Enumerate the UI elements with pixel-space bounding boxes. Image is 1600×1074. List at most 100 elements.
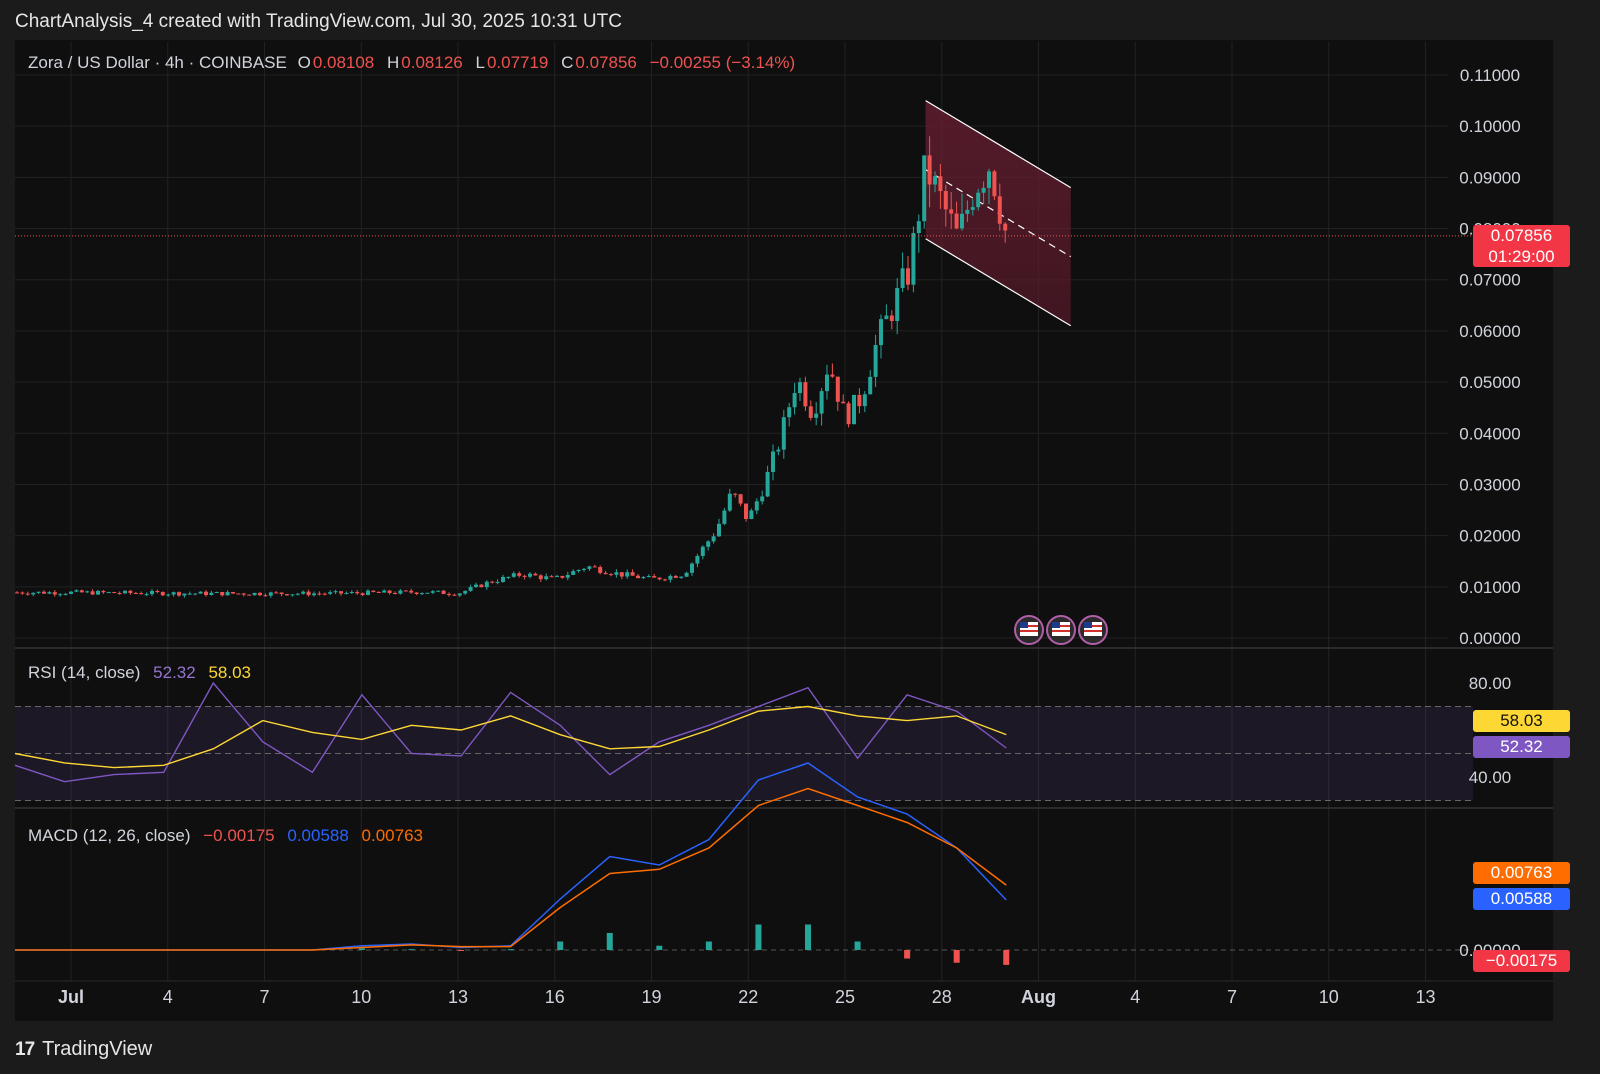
time-tick-label: 13 [1415,987,1435,1007]
pane-separators [15,647,1553,982]
price-tick-label: 0.01000 [1459,578,1520,597]
candle-body [171,592,176,595]
rsi-band-fill [15,706,1473,801]
candle-body [911,233,916,285]
candle-body [852,394,856,425]
time-tick-label: 10 [351,987,371,1007]
candle-body [738,494,743,504]
candle-body [598,567,603,573]
candle-body [906,268,910,285]
candle-body [771,451,775,472]
time-tick-label: 7 [259,987,269,1007]
candle-body [776,449,781,452]
open-value: 0.08108 [312,53,375,72]
price-tick-label: 0.05000 [1459,373,1520,392]
candle-body [123,590,127,594]
macd-hist-bar [656,945,663,950]
macd-hist-bar [458,950,465,951]
bar-countdown: 01:29:00 [1488,247,1555,266]
last-price-value: 0.07856 [1490,226,1553,245]
candle-body [587,566,592,569]
rsi-tick-label: 80.00 [1469,674,1512,693]
candle-body [976,192,981,208]
candle-body [636,575,640,579]
candle-body [285,594,289,596]
candle-body [808,406,813,418]
candle-body [333,591,338,593]
macd-tag: 0.00588 [1473,888,1570,910]
candle-body [312,593,316,596]
candle-body [960,213,964,229]
candle-body [981,187,986,193]
candle-body [52,592,57,595]
candle-body [835,376,840,402]
macd-value: 0.00588 [287,826,349,845]
candle-body [306,591,311,596]
candle-body [420,593,424,595]
macd-hist-bar [507,949,514,951]
candle-body [954,213,959,229]
price-tick-label: 0.03000 [1459,475,1520,494]
candles [15,136,1008,598]
candle-body [279,592,284,595]
candle-body [47,592,52,594]
candle-body [150,590,154,595]
candle-body [236,593,241,595]
candle-body [711,536,716,542]
time-tick-label: 4 [163,987,173,1007]
candle-body [355,591,360,594]
candle-body [441,590,446,595]
candle-body [868,376,873,395]
candle-body [160,592,165,596]
candle-body [560,575,565,578]
candle-body [641,577,646,579]
candle-body [403,590,408,592]
candle-body [900,268,905,288]
time-tick-label: 16 [545,987,565,1007]
rsi-tag: 52.32 [1473,736,1570,758]
candle-body [679,576,684,578]
candle-body [112,592,117,594]
candle-body [684,572,689,577]
candle-body [447,594,451,596]
chart-canvas[interactable]: 0.110000.100000.090000.080000.070000.060… [0,0,1600,1074]
candle-body [582,568,586,570]
time-tick-label: 4 [1130,987,1140,1007]
candle-body [247,594,252,596]
candle-body [117,593,122,595]
time-tick-label: 10 [1319,987,1339,1007]
time-axis: Jul 4 7 10 13 16 19 22 25 28 Aug 4 7 10 13 [58,987,1436,1007]
close-value: 0.07856 [575,53,637,72]
candle-body [943,191,948,210]
candle-body [619,572,624,577]
candle-body [544,576,549,580]
candle-body [166,594,171,596]
macd-hist-bar [358,948,365,950]
candle-body [225,591,230,596]
candle-body [565,574,570,578]
candle-body [803,382,808,407]
candle-body [101,590,106,593]
candle-body [139,593,144,595]
candle-body [495,581,500,583]
time-tick-label: 13 [448,987,468,1007]
price-tick-label: 0.04000 [1459,424,1520,443]
candle-body [668,575,673,580]
candle-body [96,590,100,595]
candle-body [1003,223,1008,231]
candle-body [252,592,257,596]
candle-body [474,584,478,587]
candle-body [268,592,273,596]
candle-body [258,592,262,596]
candle-body [328,592,333,594]
candle-body [349,591,354,593]
candle-body [571,571,576,575]
candle-body [452,594,457,596]
time-tick-label: 19 [641,987,661,1007]
candle-body [155,590,160,593]
candle-body [241,593,246,595]
candle-body [366,590,370,595]
candle-body [344,592,349,594]
candle-body [501,576,505,582]
rsi-ma-value: 58.03 [208,663,251,682]
